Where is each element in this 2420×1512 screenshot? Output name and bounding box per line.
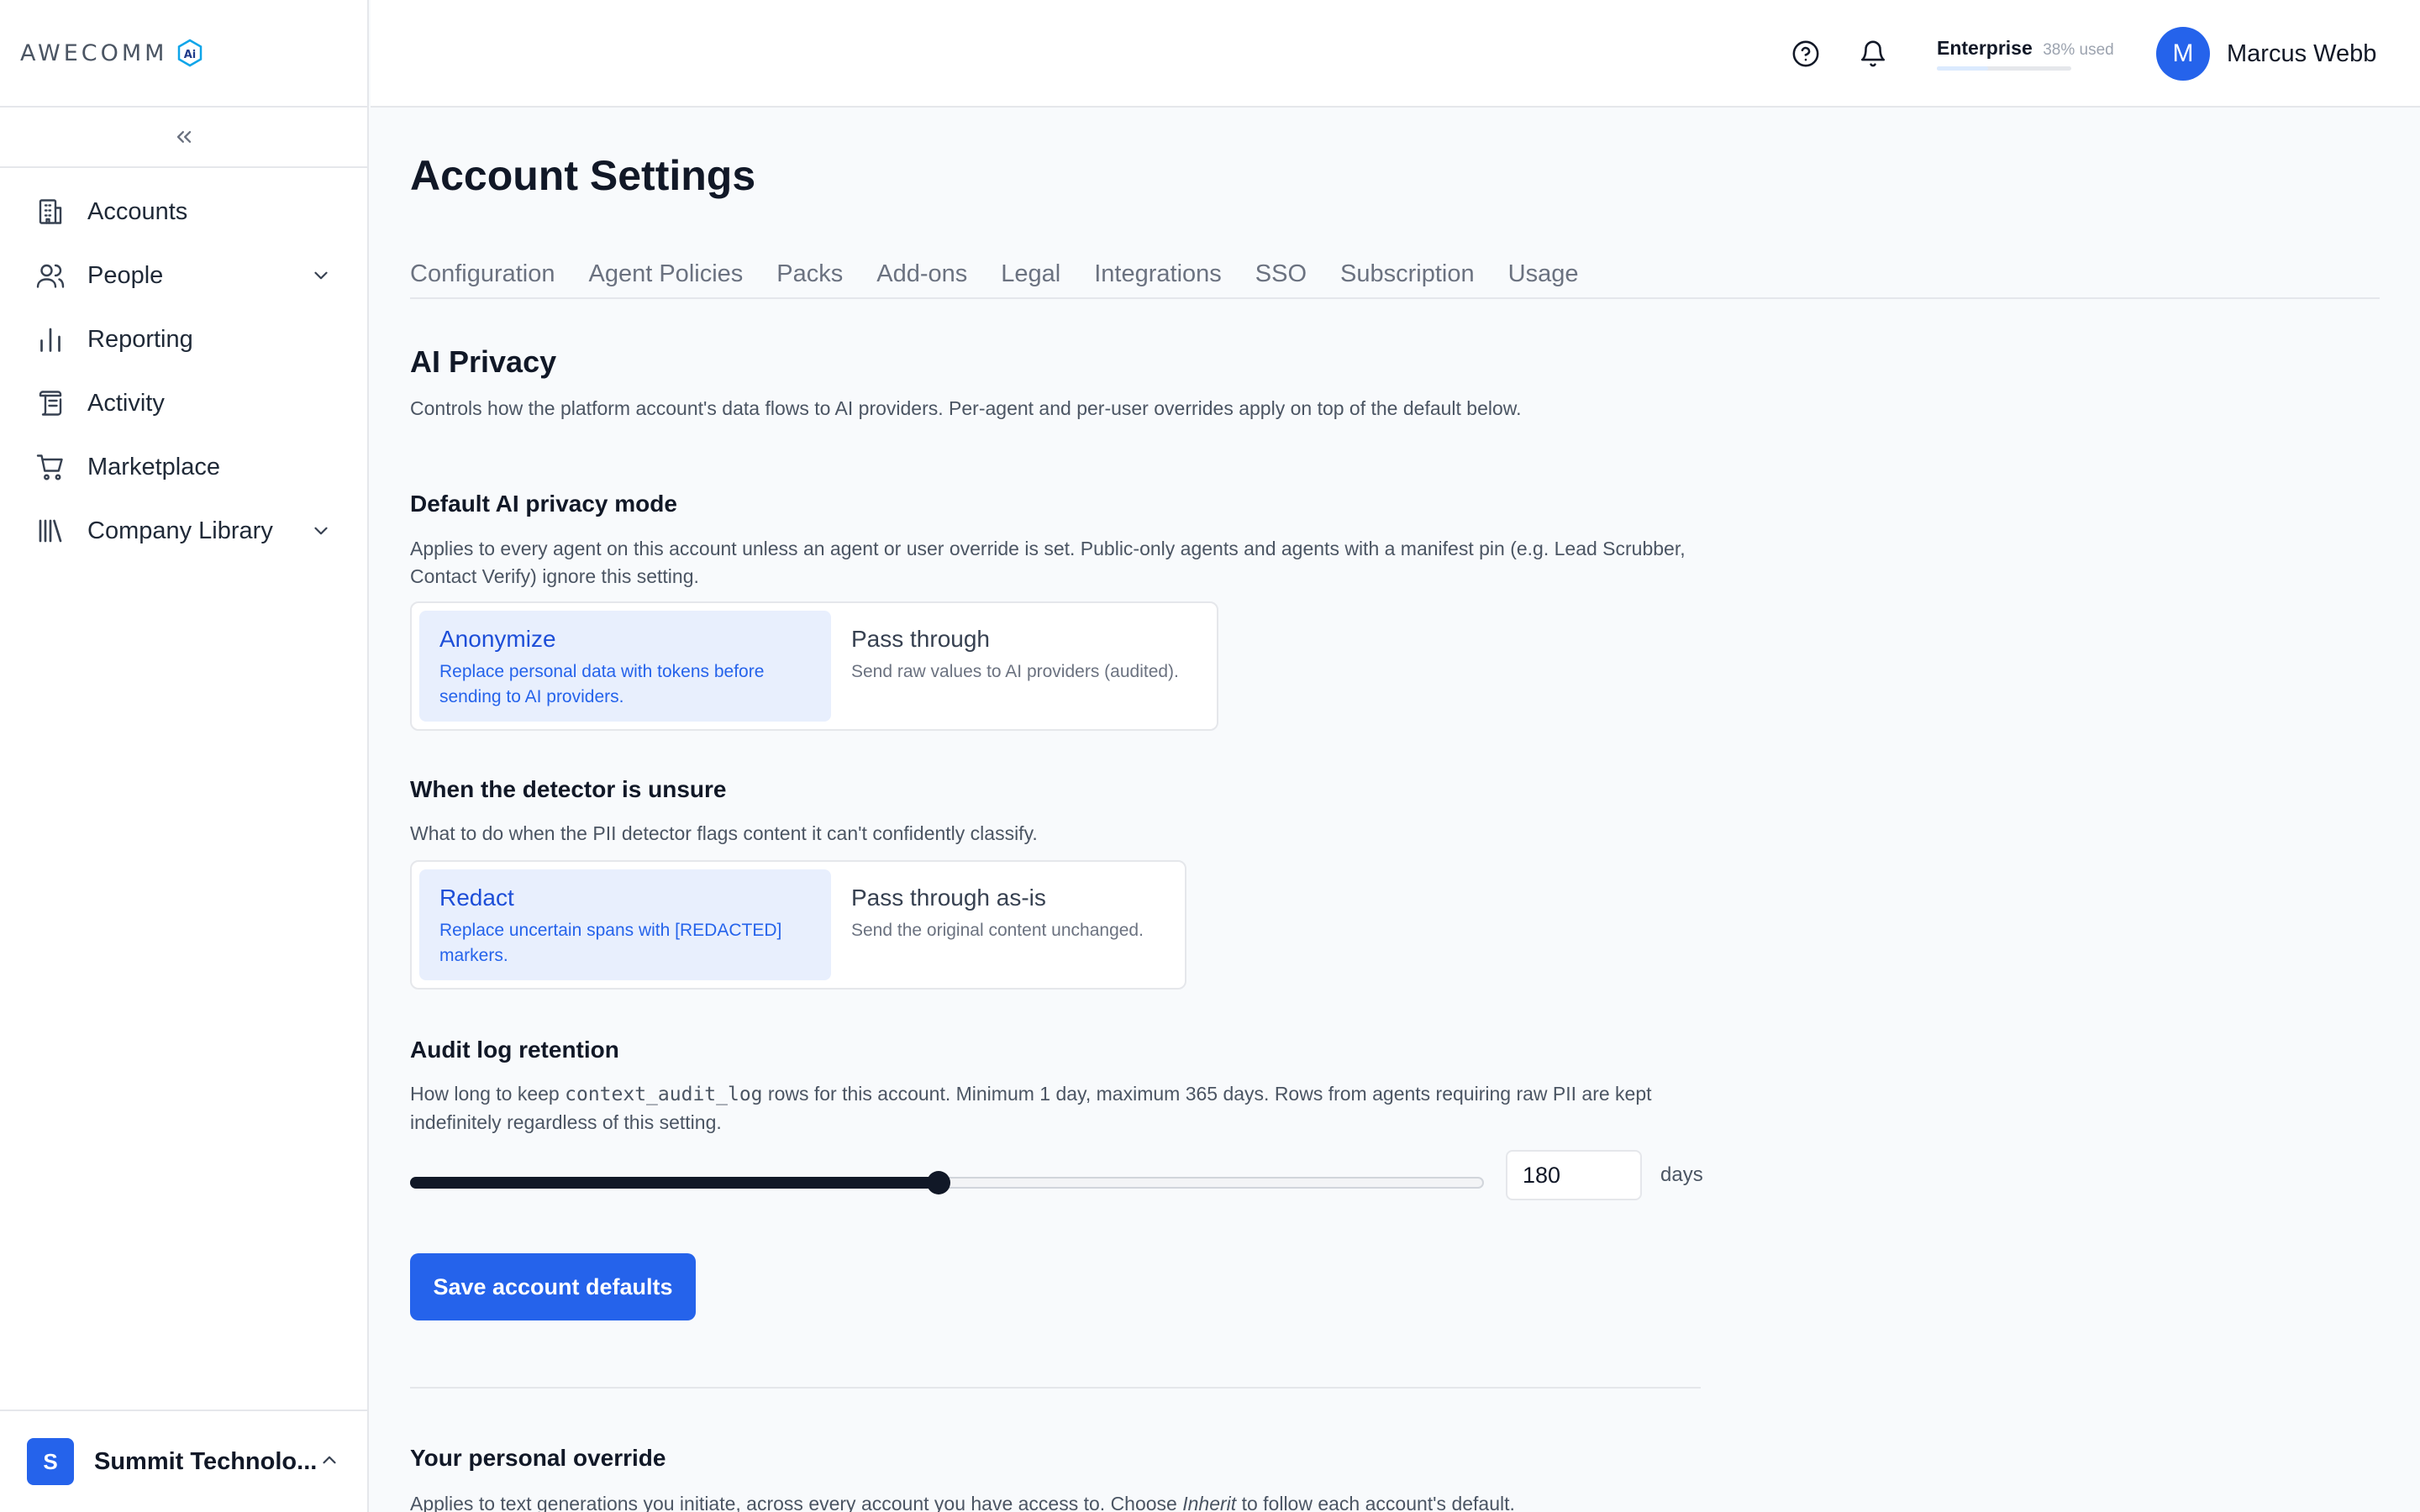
tab-legal[interactable]: Legal: [1001, 249, 1060, 299]
user-name: Marcus Webb: [2227, 39, 2377, 67]
plan-usage[interactable]: Enterprise 38% used: [1937, 37, 2114, 71]
section-title: AI Privacy: [410, 344, 557, 379]
detector-pass-through-option[interactable]: Pass through as-is Send the original con…: [831, 869, 1177, 980]
retention-title: Audit log retention: [410, 1037, 619, 1063]
sidebar-item-marketplace[interactable]: Marketplace: [0, 435, 367, 499]
sidebar-item-activity[interactable]: Activity: [0, 371, 367, 435]
avatar: M: [2156, 27, 2210, 81]
chevron-down-icon[interactable]: [308, 518, 334, 543]
override-desc-inherit: Inherit: [1182, 1493, 1237, 1512]
double-chevron-left-icon: [176, 131, 191, 143]
privacy-mode-selector: Anonymize Replace personal data with tok…: [410, 601, 1218, 731]
option-subtitle: Replace uncertain spans with [REDACTED] …: [439, 921, 782, 965]
tab-sso[interactable]: SSO: [1255, 249, 1307, 299]
detector-fallback-selector: Redact Replace uncertain spans with [RED…: [410, 860, 1186, 990]
tab-integrations[interactable]: Integrations: [1094, 249, 1222, 299]
sidebar-item-label: People: [87, 261, 164, 289]
section-description: Controls how the platform account's data…: [410, 397, 1522, 419]
retention-description: How long to keep context_audit_log rows …: [410, 1080, 1696, 1137]
option-title: Pass through: [851, 626, 990, 652]
logo-wordmark: AWECOMM: [20, 39, 168, 66]
user-menu[interactable]: M Marcus Webb: [2156, 27, 2376, 81]
scroll-icon: [34, 386, 67, 420]
retention-unit: days: [1660, 1163, 1703, 1186]
bell-icon[interactable]: [1856, 37, 1890, 71]
collapse-sidebar-button[interactable]: [0, 108, 367, 168]
logo[interactable]: AWECOMM Ai: [0, 0, 367, 108]
option-title: Redact: [439, 885, 514, 911]
sidebar-item-reporting[interactable]: Reporting: [0, 307, 367, 371]
chevron-up-icon[interactable]: [318, 1449, 340, 1475]
sidebar-item-accounts[interactable]: Accounts: [0, 180, 367, 244]
sidebar-item-label: Marketplace: [87, 453, 220, 480]
override-desc-post: to follow each account's default.: [1236, 1493, 1515, 1512]
slider-fill: [410, 1177, 939, 1189]
sidebar-nav: Accounts People Reporting Activity Marke…: [0, 168, 367, 563]
sidebar-item-label: Accounts: [87, 197, 188, 225]
plan-usage-fill: [1937, 66, 1988, 71]
personal-override-description: Applies to text generations you initiate…: [410, 1490, 1754, 1512]
library-icon: [34, 514, 67, 548]
default-mode-description: Applies to every agent on this account u…: [410, 538, 1686, 587]
slider-thumb[interactable]: [926, 1171, 950, 1194]
tab-packs[interactable]: Packs: [776, 249, 843, 299]
chevron-down-icon[interactable]: [308, 263, 334, 288]
cart-icon: [34, 450, 67, 484]
tab-agent-policies[interactable]: Agent Policies: [589, 249, 744, 299]
privacy-mode-anonymize-option[interactable]: Anonymize Replace personal data with tok…: [419, 611, 831, 722]
option-subtitle: Send raw values to AI providers (audited…: [851, 662, 1179, 681]
top-bar: Enterprise 38% used M Marcus Webb: [371, 0, 2420, 108]
retention-desc-pre: How long to keep: [410, 1083, 566, 1105]
save-account-defaults-button[interactable]: Save account defaults: [410, 1253, 696, 1320]
sidebar-item-label: Reporting: [87, 325, 193, 353]
detector-description: What to do when the PII detector flags c…: [410, 822, 1038, 844]
tab-configuration[interactable]: Configuration: [410, 249, 555, 299]
tab-add-ons[interactable]: Add-ons: [876, 249, 967, 299]
settings-tabs: Configuration Agent Policies Packs Add-o…: [410, 249, 2380, 299]
ai-badge-icon: Ai: [176, 39, 204, 67]
retention-table-name: context_audit_log: [565, 1084, 763, 1105]
org-name: Summit Technolo...: [94, 1447, 318, 1475]
plan-usage-bar: [1937, 66, 2071, 71]
retention-days-input[interactable]: [1506, 1150, 1642, 1200]
override-desc-pre: Applies to text generations you initiate…: [410, 1493, 1183, 1512]
option-title: Pass through as-is: [851, 885, 1046, 911]
divider: [410, 1387, 1701, 1389]
plan-name: Enterprise: [1937, 37, 2033, 59]
page-title: Account Settings: [410, 152, 756, 199]
tab-subscription[interactable]: Subscription: [1340, 249, 1475, 299]
sidebar-item-people[interactable]: People: [0, 244, 367, 307]
bar-chart-icon: [34, 323, 67, 356]
default-mode-title: Default AI privacy mode: [410, 491, 677, 517]
help-icon[interactable]: [1789, 37, 1823, 71]
org-avatar: S: [27, 1438, 74, 1485]
building-icon: [34, 195, 67, 228]
plan-usage-label: 38% used: [2043, 41, 2114, 59]
sidebar-item-company-library[interactable]: Company Library: [0, 499, 367, 563]
sidebar-item-label: Activity: [87, 389, 165, 417]
option-title: Anonymize: [439, 626, 556, 652]
option-subtitle: Replace personal data with tokens before…: [439, 662, 765, 706]
ai-badge-text: Ai: [184, 49, 197, 61]
tab-usage[interactable]: Usage: [1508, 249, 1579, 299]
retention-slider[interactable]: [410, 1165, 1484, 1199]
option-subtitle: Send the original content unchanged.: [851, 921, 1144, 940]
sidebar-item-label: Company Library: [87, 517, 273, 544]
privacy-mode-pass-through-option[interactable]: Pass through Send raw values to AI provi…: [831, 611, 1209, 722]
users-icon: [34, 259, 67, 292]
detector-redact-option[interactable]: Redact Replace uncertain spans with [RED…: [419, 869, 831, 980]
org-switcher[interactable]: S Summit Technolo...: [0, 1410, 367, 1512]
detector-title: When the detector is unsure: [410, 776, 727, 802]
personal-override-title: Your personal override: [410, 1445, 666, 1471]
sidebar: AWECOMM Ai Accounts People Reporting Act…: [0, 0, 369, 1512]
